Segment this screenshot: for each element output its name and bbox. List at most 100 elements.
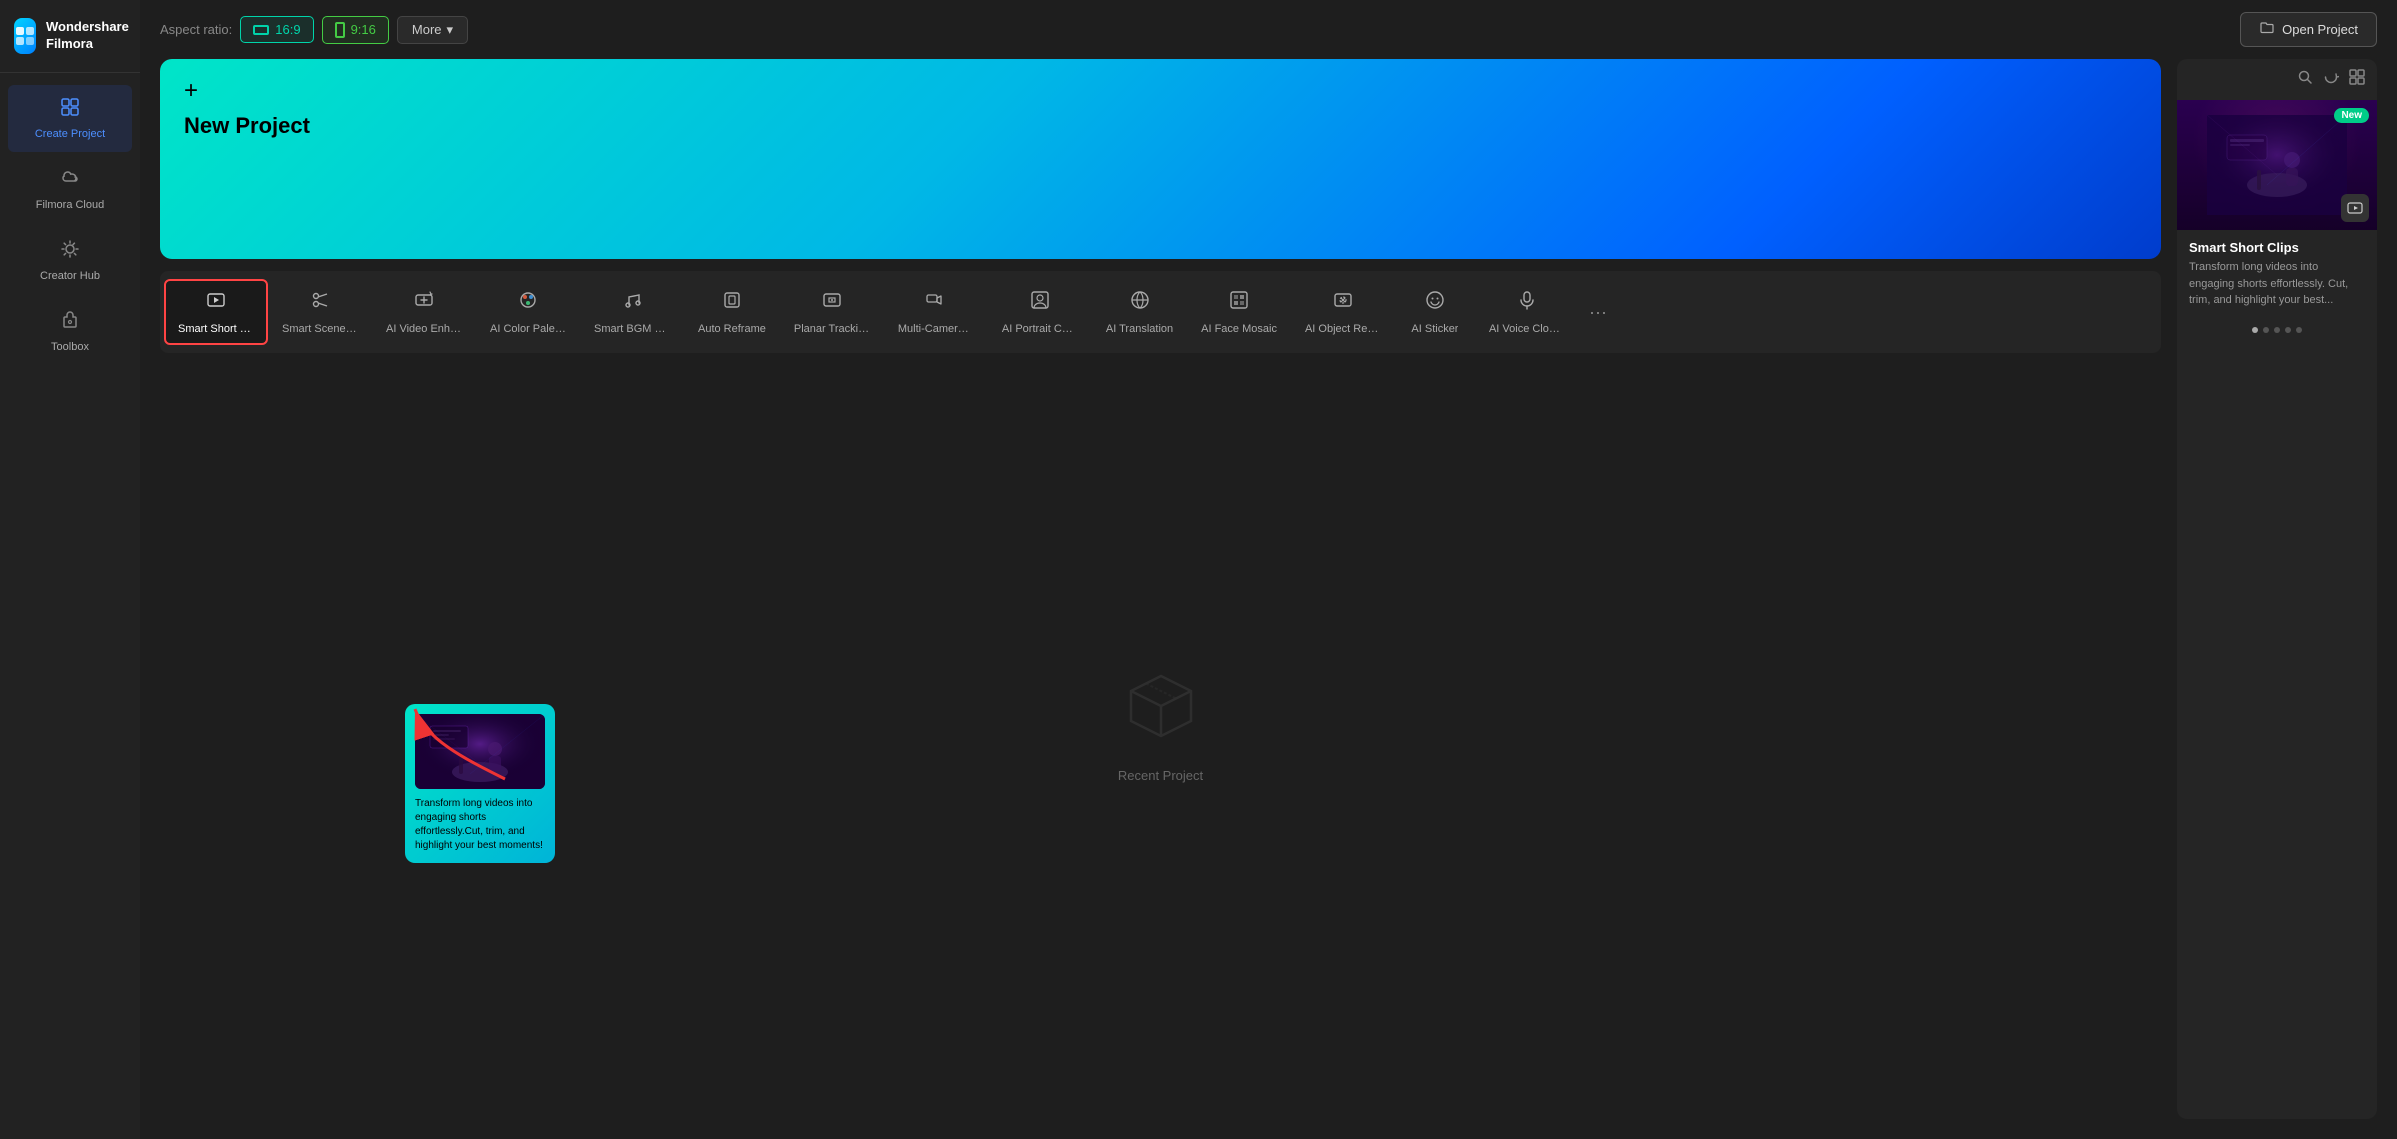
main-content: Aspect ratio: 16:9 9:16 More ▾ Open Proj… xyxy=(140,0,2397,1139)
sidebar-item-create-project[interactable]: Create Project xyxy=(8,85,132,152)
tool-ai-face-mosaic[interactable]: AI Face Mosaic xyxy=(1187,279,1291,345)
aspect-916-btn[interactable]: 9:16 xyxy=(322,16,389,44)
new-project-plus: + xyxy=(184,79,310,103)
smart-scene-cut-icon xyxy=(309,289,331,317)
search-icon[interactable] xyxy=(2297,69,2313,90)
tooltip-desc: Transform long videos into engaging shor… xyxy=(415,797,545,853)
toolbox-icon xyxy=(60,310,80,335)
sidebar: Wondershare Filmora Create Project Fi xyxy=(0,0,140,1139)
filmora-cloud-label: Filmora Cloud xyxy=(36,199,104,211)
toolbox-label: Toolbox xyxy=(51,341,89,353)
right-panel-actions xyxy=(2177,59,2377,100)
tool-auto-reframe-label: Auto Reframe xyxy=(698,323,766,335)
refresh-icon[interactable] xyxy=(2323,69,2339,90)
tool-ai-translation-label: AI Translation xyxy=(1106,323,1173,335)
planar-tracking-icon xyxy=(821,289,843,317)
auto-reframe-icon xyxy=(721,289,743,317)
tools-row: Smart Short Cli... Smart Scene Cut xyxy=(160,271,2161,353)
sidebar-item-filmora-cloud[interactable]: Filmora Cloud xyxy=(8,156,132,223)
logo-icon xyxy=(14,18,36,54)
carousel-dot-2[interactable] xyxy=(2263,327,2269,333)
tool-planar-tracking[interactable]: Planar Tracking xyxy=(780,279,884,345)
empty-box-icon xyxy=(1121,661,1201,756)
tool-ai-voice-cloning[interactable]: AI Voice Cloning xyxy=(1475,279,1579,345)
aspect-label: Aspect ratio: xyxy=(160,22,232,37)
new-project-banner[interactable]: + New Project xyxy=(160,59,2161,259)
tool-ai-color-palette[interactable]: AI Color Palette xyxy=(476,279,580,345)
tool-smart-scene-cut[interactable]: Smart Scene Cut xyxy=(268,279,372,345)
ai-sticker-icon xyxy=(1424,289,1446,317)
carousel-dot-3[interactable] xyxy=(2274,327,2280,333)
featured-card[interactable]: New xyxy=(2177,100,2377,339)
topbar: Aspect ratio: 16:9 9:16 More ▾ Open Proj… xyxy=(140,0,2397,59)
ai-translation-icon xyxy=(1129,289,1151,317)
ai-video-enhance-icon xyxy=(413,289,435,317)
create-project-label: Create Project xyxy=(35,128,105,140)
aspect-ratio-group: Aspect ratio: 16:9 9:16 More ▾ xyxy=(160,16,468,44)
folder-icon xyxy=(2259,20,2275,39)
tool-ai-voice-cloning-label: AI Voice Cloning xyxy=(1489,323,1565,335)
tool-ai-sticker-label: AI Sticker xyxy=(1411,323,1458,335)
tool-smart-bgm-gen-label: Smart BGM Ge... xyxy=(594,323,670,335)
tool-smart-scene-cut-label: Smart Scene Cut xyxy=(282,323,358,335)
sidebar-item-creator-hub[interactable]: Creator Hub xyxy=(8,227,132,294)
tool-smart-bgm-gen[interactable]: Smart BGM Ge... xyxy=(580,279,684,345)
carousel-dot-1[interactable] xyxy=(2252,327,2258,333)
tool-ai-object-rem-label: AI Object Rem... xyxy=(1305,323,1381,335)
creator-hub-label: Creator Hub xyxy=(40,270,100,282)
new-project-content: + New Project xyxy=(184,79,310,139)
logo-text: Wondershare Filmora xyxy=(46,19,129,53)
app-logo: Wondershare Filmora xyxy=(0,0,140,73)
carousel-dot-5[interactable] xyxy=(2296,327,2302,333)
grid-view-icon[interactable] xyxy=(2349,69,2365,90)
recent-project-label: Recent Project xyxy=(1118,768,1203,783)
sidebar-item-toolbox[interactable]: Toolbox xyxy=(8,298,132,365)
right-panel: New xyxy=(2177,59,2377,1119)
smart-bgm-gen-icon xyxy=(621,289,643,317)
tool-planar-tracking-label: Planar Tracking xyxy=(794,323,870,335)
smart-short-clips-tooltip: Transform long videos into engaging shor… xyxy=(405,704,555,863)
tool-multi-camera-label: Multi-Camera ... xyxy=(898,323,974,335)
tool-multi-camera[interactable]: Multi-Camera ... xyxy=(884,279,988,345)
ai-voice-cloning-icon xyxy=(1516,289,1538,317)
more-btn[interactable]: More ▾ xyxy=(397,16,468,44)
card-smart-clips-icon xyxy=(2341,194,2369,222)
tooltip-image xyxy=(415,714,545,789)
tool-ai-face-mosaic-label: AI Face Mosaic xyxy=(1201,323,1277,335)
tool-ai-video-enhance[interactable]: AI Video Enhan... xyxy=(372,279,476,345)
carousel-dots xyxy=(2177,321,2377,339)
tool-ai-color-palette-label: AI Color Palette xyxy=(490,323,566,335)
new-project-title: New Project xyxy=(184,113,310,139)
tools-more-btn[interactable]: ··· xyxy=(1579,294,1617,331)
tool-smart-short-clips-label: Smart Short Cli... xyxy=(178,323,254,335)
tool-ai-translation[interactable]: AI Translation xyxy=(1092,279,1187,345)
tool-ai-portrait-cut[interactable]: AI Portrait Cut... xyxy=(988,279,1092,345)
card-title: Smart Short Clips xyxy=(2177,230,2377,259)
tool-smart-short-clips[interactable]: Smart Short Cli... xyxy=(164,279,268,345)
tool-auto-reframe[interactable]: Auto Reframe xyxy=(684,279,780,345)
aspect-169-icon xyxy=(253,25,269,35)
tool-ai-sticker[interactable]: AI Sticker xyxy=(1395,279,1475,345)
tool-ai-portrait-cut-label: AI Portrait Cut... xyxy=(1002,323,1078,335)
creator-hub-icon xyxy=(60,239,80,264)
card-desc: Transform long videos into engaging shor… xyxy=(2177,259,2377,321)
carousel-dot-4[interactable] xyxy=(2285,327,2291,333)
ai-portrait-cut-icon xyxy=(1029,289,1051,317)
ai-object-rem-icon xyxy=(1332,289,1354,317)
left-panel: + New Project Smart Short Cli... xyxy=(160,59,2161,1119)
smart-short-clips-icon xyxy=(205,289,227,317)
tool-ai-object-rem[interactable]: AI Object Rem... xyxy=(1291,279,1395,345)
filmora-cloud-icon xyxy=(60,168,80,193)
multi-camera-icon xyxy=(925,289,947,317)
create-project-icon xyxy=(60,97,80,122)
content-area: + New Project Smart Short Cli... xyxy=(140,59,2397,1139)
aspect-916-icon xyxy=(335,22,345,38)
chevron-down-icon: ▾ xyxy=(447,22,454,38)
ai-face-mosaic-icon xyxy=(1228,289,1250,317)
new-badge: New xyxy=(2334,108,2369,123)
aspect-169-btn[interactable]: 16:9 xyxy=(240,16,313,43)
ai-color-palette-icon xyxy=(517,289,539,317)
tool-ai-video-enhance-label: AI Video Enhan... xyxy=(386,323,462,335)
sidebar-nav: Create Project Filmora Cloud Creator Hub xyxy=(0,73,140,1139)
open-project-btn[interactable]: Open Project xyxy=(2240,12,2377,47)
